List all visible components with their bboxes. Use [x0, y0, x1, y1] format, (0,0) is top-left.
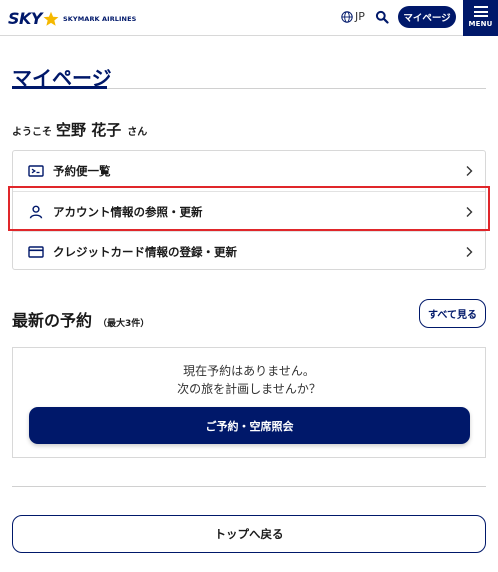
welcome-message: ようこそ 空野 花子 さん [12, 119, 147, 140]
user-name: 空野 花子 [56, 121, 122, 139]
language-selector[interactable]: JP [341, 10, 365, 23]
reservations-empty-box: 現在予約はありません。 次の旅を計画しませんか？ ご予約・空席照会 [12, 347, 486, 458]
logo-subtext: SKYMARK AIRLINES [63, 14, 137, 23]
star-icon [43, 11, 59, 26]
chevron-right-icon [466, 166, 473, 176]
welcome-prefix: ようこそ [12, 127, 52, 138]
mypage-button[interactable]: マイページ [398, 6, 456, 28]
person-icon [29, 205, 43, 218]
section-divider [12, 486, 486, 487]
title-underline [12, 86, 107, 89]
chevron-right-icon [466, 247, 473, 257]
welcome-suffix: さん [127, 127, 148, 138]
ticket-icon [28, 165, 44, 177]
menu-label: MENU [468, 20, 493, 28]
search-icon[interactable] [375, 10, 389, 24]
menu-item-reservations[interactable]: 予約便一覧 [13, 151, 485, 191]
book-flight-button[interactable]: ご予約・空席照会 [29, 407, 470, 444]
credit-card-icon [28, 245, 44, 258]
menu-button[interactable]: MENU [463, 0, 498, 36]
menu-item-label: クレジットカード情報の登録・更新 [53, 244, 237, 259]
empty-message-line1: 現在予約はありません。 [183, 364, 315, 378]
account-menu: 予約便一覧 アカウント情報の参照・更新 クレジットカード情報の登録・更新 [12, 150, 486, 270]
reservations-subtitle: （最大3件） [98, 319, 150, 329]
see-all-button[interactable]: すべて見る [419, 299, 486, 328]
latest-reservations-heading: 最新の予約 （最大3件） [12, 307, 149, 331]
back-to-top-button[interactable]: トップへ戻る [12, 515, 486, 553]
hamburger-icon [473, 6, 488, 17]
site-header: SKY SKYMARK AIRLINES JP マイページ MENU [0, 0, 498, 36]
language-label: JP [355, 10, 365, 23]
menu-item-account[interactable]: アカウント情報の参照・更新 [13, 191, 485, 231]
menu-item-label: 予約便一覧 [53, 164, 111, 178]
empty-message-line2: 次の旅を計画しませんか？ [177, 382, 321, 396]
menu-item-label: アカウント情報の参照・更新 [53, 204, 203, 219]
chevron-right-icon [466, 207, 473, 217]
logo-text: SKY [8, 9, 43, 28]
skymark-logo[interactable]: SKY SKYMARK AIRLINES [8, 9, 136, 28]
reservations-title: 最新の予約 [12, 311, 93, 330]
menu-item-credit-card[interactable]: クレジットカード情報の登録・更新 [13, 231, 485, 271]
globe-icon [341, 10, 353, 23]
